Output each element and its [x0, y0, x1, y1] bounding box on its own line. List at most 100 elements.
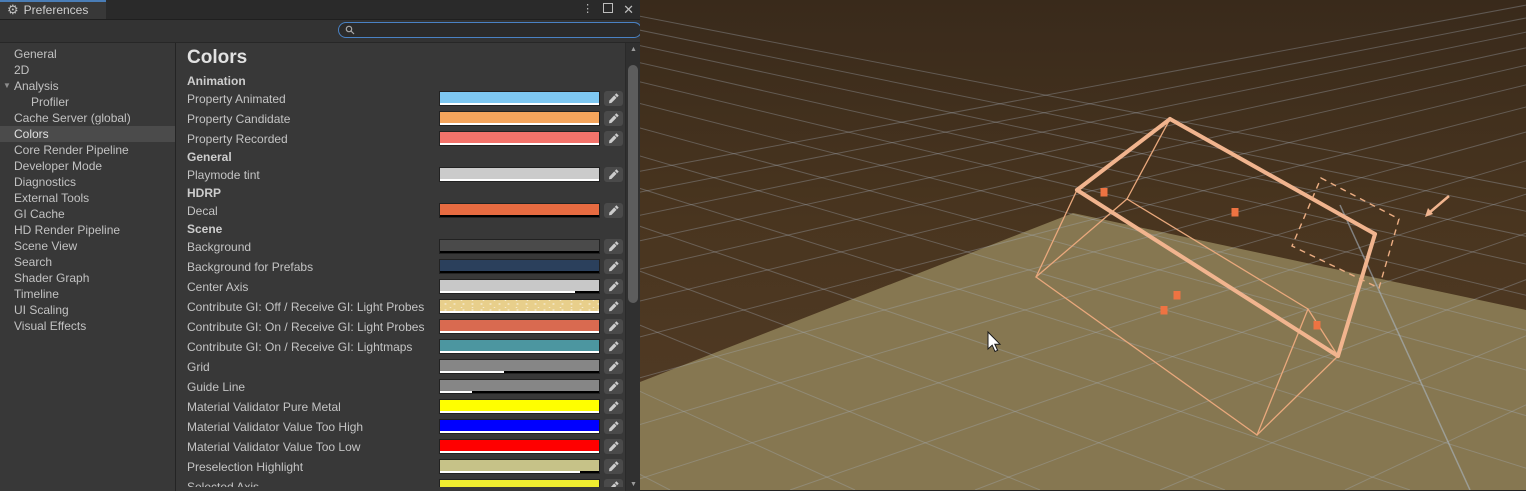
window-menu-icon[interactable]: ⋮ — [582, 4, 593, 15]
eyedropper-icon — [607, 280, 620, 293]
scroll-up-arrow[interactable]: ▲ — [626, 46, 640, 53]
sidebar-item-visual-effects[interactable]: Visual Effects — [0, 318, 175, 334]
color-label: Preselection Highlight — [187, 457, 303, 477]
sidebar-item-core-render-pipeline[interactable]: Core Render Pipeline — [0, 142, 175, 158]
color-swatch-contribute-gi-on-receive-gi-lightmaps[interactable] — [439, 339, 600, 354]
alpha-bar-white — [440, 103, 599, 106]
sidebar-item-profiler[interactable]: Profiler — [0, 94, 175, 110]
sidebar-item-label: General — [14, 47, 57, 61]
eyedropper-button[interactable] — [604, 131, 623, 146]
vertical-scrollbar[interactable]: ▲ ▼ — [625, 43, 640, 491]
eyedropper-button[interactable] — [604, 91, 623, 106]
color-swatch-background-for-prefabs[interactable] — [439, 259, 600, 274]
eyedropper-button[interactable] — [604, 239, 623, 254]
vertex-handle[interactable] — [1101, 188, 1108, 197]
eyedropper-button[interactable] — [604, 479, 623, 487]
eyedropper-button[interactable] — [604, 111, 623, 126]
eyedropper-button[interactable] — [604, 359, 623, 374]
eyedropper-button[interactable] — [604, 319, 623, 334]
sidebar-item-ui-scaling[interactable]: UI Scaling — [0, 302, 175, 318]
scroll-down-arrow[interactable]: ▼ — [626, 481, 640, 488]
eyedropper-button[interactable] — [604, 279, 623, 294]
sidebar-item-colors[interactable]: Colors — [0, 126, 175, 142]
color-swatch-playmode-tint[interactable] — [439, 167, 600, 182]
alpha-bar — [440, 371, 599, 374]
eyedropper-button[interactable] — [604, 379, 623, 394]
sidebar-item-2d[interactable]: 2D — [0, 62, 175, 78]
scene-view[interactable] — [640, 0, 1526, 490]
sidebar-item-developer-mode[interactable]: Developer Mode — [0, 158, 175, 174]
close-icon[interactable]: ✕ — [623, 4, 634, 15]
sidebar-item-external-tools[interactable]: External Tools — [0, 190, 175, 206]
color-label: Contribute GI: Off / Receive GI: Light P… — [187, 297, 424, 317]
color-row-contribute-gi-on-receive-gi-lightmaps: Contribute GI: On / Receive GI: Lightmap… — [176, 337, 640, 357]
color-swatch-decal[interactable] — [439, 203, 600, 218]
eyedropper-button[interactable] — [604, 399, 623, 414]
eyedropper-button[interactable] — [604, 299, 623, 314]
sidebar-item-shader-graph[interactable]: Shader Graph — [0, 270, 175, 286]
sidebar-item-timeline[interactable]: Timeline — [0, 286, 175, 302]
eyedropper-icon — [607, 168, 620, 181]
sidebar-item-label: GI Cache — [14, 207, 65, 221]
sidebar-item-analysis[interactable]: ▼Analysis — [0, 78, 175, 94]
color-swatch-property-candidate[interactable] — [439, 111, 600, 126]
maximize-icon[interactable] — [603, 3, 613, 16]
sidebar-item-gi-cache[interactable]: GI Cache — [0, 206, 175, 222]
color-row-center-axis: Center Axis — [176, 277, 640, 297]
search-input[interactable] — [338, 22, 642, 38]
alpha-bar — [440, 451, 599, 454]
foldout-arrow-icon[interactable]: ▼ — [3, 78, 11, 94]
alpha-bar — [440, 143, 599, 146]
vertex-handle[interactable] — [1174, 291, 1181, 300]
sidebar-item-search[interactable]: Search — [0, 254, 175, 270]
eyedropper-icon — [607, 300, 620, 313]
vertex-handle[interactable] — [1314, 321, 1321, 330]
sidebar-item-label: Shader Graph — [14, 271, 89, 285]
color-swatch-material-validator-pure-metal[interactable] — [439, 399, 600, 414]
color-row-background-for-prefabs: Background for Prefabs — [176, 257, 640, 277]
color-swatch-property-animated[interactable] — [439, 91, 600, 106]
color-row-property-recorded: Property Recorded — [176, 129, 640, 149]
eyedropper-icon — [607, 320, 620, 333]
color-row-grid: Grid — [176, 357, 640, 377]
eyedropper-button[interactable] — [604, 203, 623, 218]
color-swatch-material-validator-value-too-high[interactable] — [439, 419, 600, 434]
color-swatch-contribute-gi-off-receive-gi-light-probes[interactable] — [439, 299, 600, 314]
color-swatch-grid[interactable] — [439, 359, 600, 374]
sidebar-item-diagnostics[interactable]: Diagnostics — [0, 174, 175, 190]
eyedropper-icon — [607, 380, 620, 393]
color-swatch-contribute-gi-on-receive-gi-light-probes[interactable] — [439, 319, 600, 334]
color-label: Material Validator Value Too Low — [187, 437, 360, 457]
sidebar-item-general[interactable]: General — [0, 46, 175, 62]
sidebar-item-scene-view[interactable]: Scene View — [0, 238, 175, 254]
sidebar-item-cache-server-global[interactable]: Cache Server (global) — [0, 110, 175, 126]
eyedropper-button[interactable] — [604, 259, 623, 274]
sidebar-item-hd-render-pipeline[interactable]: HD Render Pipeline — [0, 222, 175, 238]
scrollbar-thumb[interactable] — [628, 65, 638, 303]
alpha-bar-white — [440, 391, 472, 394]
eyedropper-button[interactable] — [604, 459, 623, 474]
preferences-window: ⚙ Preferences ⋮ ✕ General2D▼AnalysisProf… — [0, 0, 640, 490]
alpha-bar-white — [440, 431, 599, 434]
eyedropper-button[interactable] — [604, 167, 623, 182]
eyedropper-button[interactable] — [604, 339, 623, 354]
color-swatch-background[interactable] — [439, 239, 600, 254]
panel-heading: Colors — [176, 43, 640, 73]
color-swatch-selected-axis[interactable] — [439, 479, 600, 487]
vertex-handle[interactable] — [1161, 306, 1168, 315]
color-swatch-property-recorded[interactable] — [439, 131, 600, 146]
colors-panel: Colors AnimationProperty AnimatedPropert… — [176, 43, 640, 491]
color-swatch-material-validator-value-too-low[interactable] — [439, 439, 600, 454]
eyedropper-icon — [607, 360, 620, 373]
color-swatch-guide-line[interactable] — [439, 379, 600, 394]
vertex-handle[interactable] — [1232, 208, 1239, 217]
eyedropper-icon — [607, 92, 620, 105]
eyedropper-button[interactable] — [604, 439, 623, 454]
color-swatch-center-axis[interactable] — [439, 279, 600, 294]
color-swatch-preselection-highlight[interactable] — [439, 459, 600, 474]
sidebar-item-label: Developer Mode — [14, 159, 102, 173]
section-header-animation: Animation — [176, 73, 640, 89]
preferences-tab[interactable]: ⚙ Preferences — [0, 0, 106, 19]
eyedropper-button[interactable] — [604, 419, 623, 434]
sidebar-item-label: Colors — [14, 127, 49, 141]
